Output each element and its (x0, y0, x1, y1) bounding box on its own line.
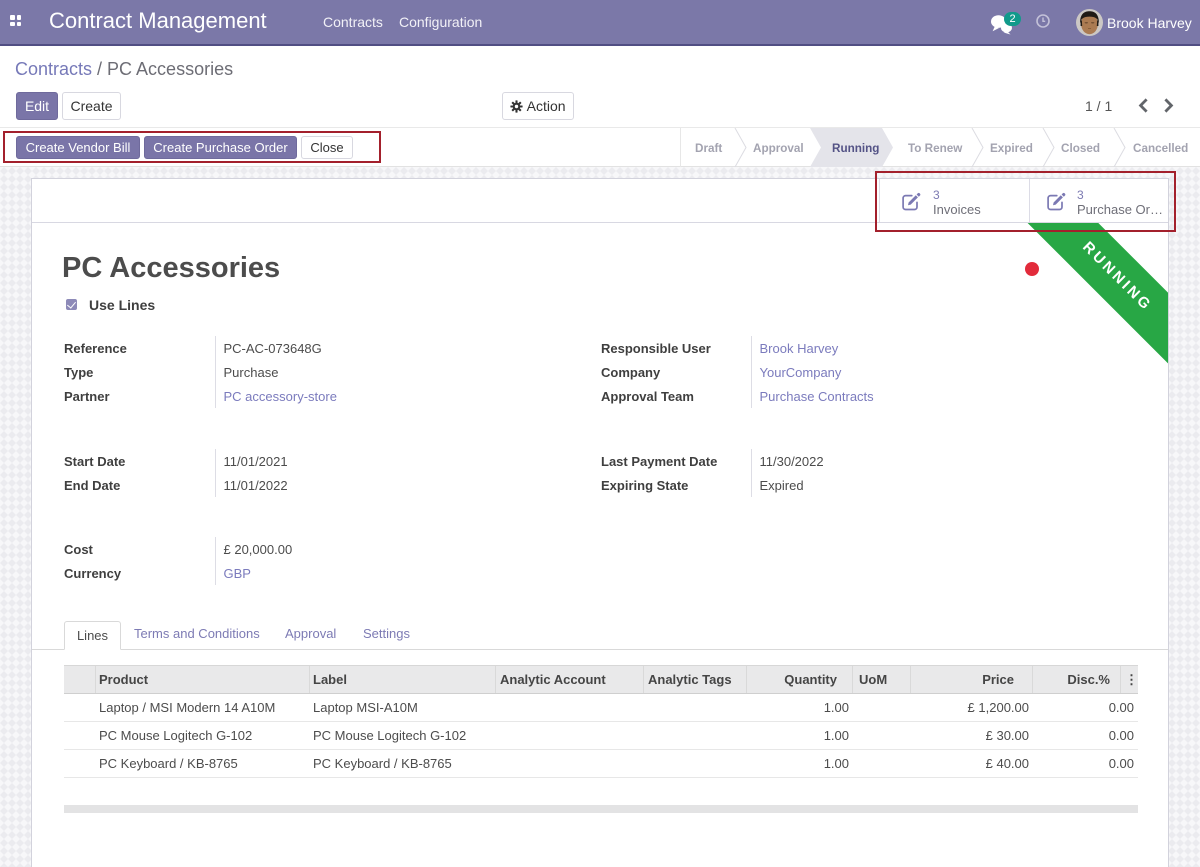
svg-text:Running: Running (832, 142, 879, 155)
svg-text:To Renew: To Renew (908, 142, 963, 155)
svg-text:Closed: Closed (1061, 142, 1100, 155)
svg-text:Draft: Draft (695, 142, 722, 155)
svg-text:Expired: Expired (990, 142, 1033, 155)
svg-text:Cancelled: Cancelled (1133, 142, 1188, 155)
svg-text:Approval: Approval (753, 142, 804, 155)
